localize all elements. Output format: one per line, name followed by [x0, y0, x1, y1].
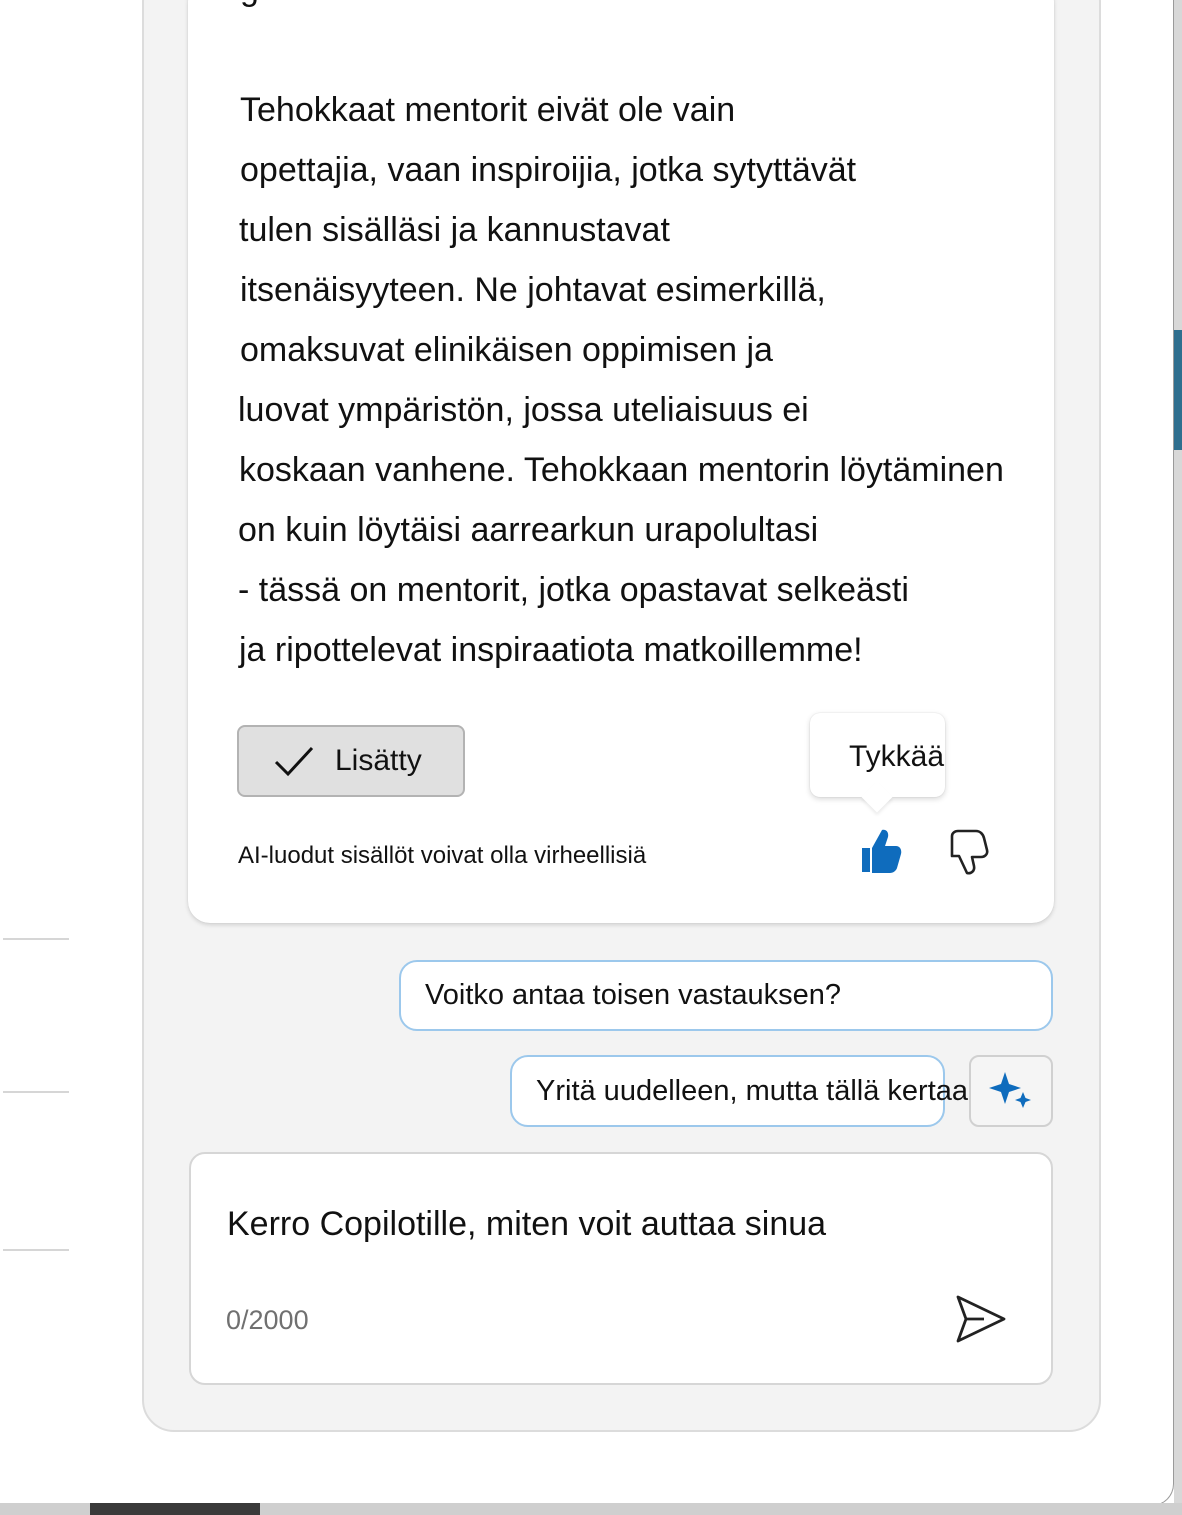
response-line: omaksuvat elinikäisen oppimisen ja: [240, 331, 773, 369]
response-line: luovat ympäristön, jossa uteliaisuus ei: [238, 391, 809, 429]
suggestion-chip-label: Voitko antaa toisen vastauksen?: [425, 979, 841, 1011]
response-line: ja ripottelevat inspiraatiota matkoillem…: [239, 631, 863, 669]
response-line: itsenäisyyteen. Ne johtavat esimerkillä,: [240, 271, 826, 309]
sparkle-icon: [989, 1072, 1031, 1108]
suggestion-chip-label: Yritä uudelleen, mutta tällä kertaa...: [536, 1074, 993, 1107]
background-window-edge: [1174, 0, 1182, 1515]
thumbs-up-icon[interactable]: [856, 826, 902, 876]
response-line: Tehokkaat mentorit eivät ole vain: [240, 91, 736, 129]
background-divider: [3, 1091, 69, 1093]
chat-input-box[interactable]: [189, 1152, 1053, 1385]
chat-input-placeholder[interactable]: Kerro Copilotille, miten voit auttaa sin…: [227, 1205, 826, 1244]
response-line: tulen sisälläsi ja kannustavat: [239, 211, 670, 249]
like-tooltip-text: Tykkää: [849, 740, 945, 773]
like-tooltip: Tykkää: [810, 713, 945, 797]
send-icon[interactable]: [954, 1293, 1008, 1345]
response-line: koskaan vanhene. Tehokkaan mentorin löyt…: [239, 451, 1004, 489]
response-line: opettajia, vaan inspiroijia, jotka sytyt…: [240, 151, 857, 189]
background-divider: [3, 938, 69, 940]
added-button[interactable]: Lisätty: [237, 725, 465, 797]
ai-disclaimer: AI-luodut sisällöt voivat olla virheelli…: [238, 842, 647, 869]
response-line: on kuin löytäisi aarrearkun urapolultasi: [238, 511, 819, 549]
suggestion-chip[interactable]: Voitko antaa toisen vastauksen?: [399, 960, 1053, 1031]
response-text-previous-line: g: [240, 0, 259, 9]
thumbs-down-icon[interactable]: [946, 828, 990, 876]
response-text: Tehokkaat mentorit eivät ole vain opetta…: [238, 80, 1118, 680]
response-line: - tässä on mentorit, jotka opastavat sel…: [238, 571, 909, 609]
suggestion-chip[interactable]: Yritä uudelleen, mutta tällä kertaa...: [510, 1055, 992, 1127]
character-counter: 0/2000: [226, 1305, 309, 1335]
checkmark-icon: [274, 746, 314, 777]
taskbar-edge: [0, 1503, 1182, 1515]
added-button-label: Lisätty: [335, 744, 422, 777]
background-divider: [3, 1249, 69, 1251]
